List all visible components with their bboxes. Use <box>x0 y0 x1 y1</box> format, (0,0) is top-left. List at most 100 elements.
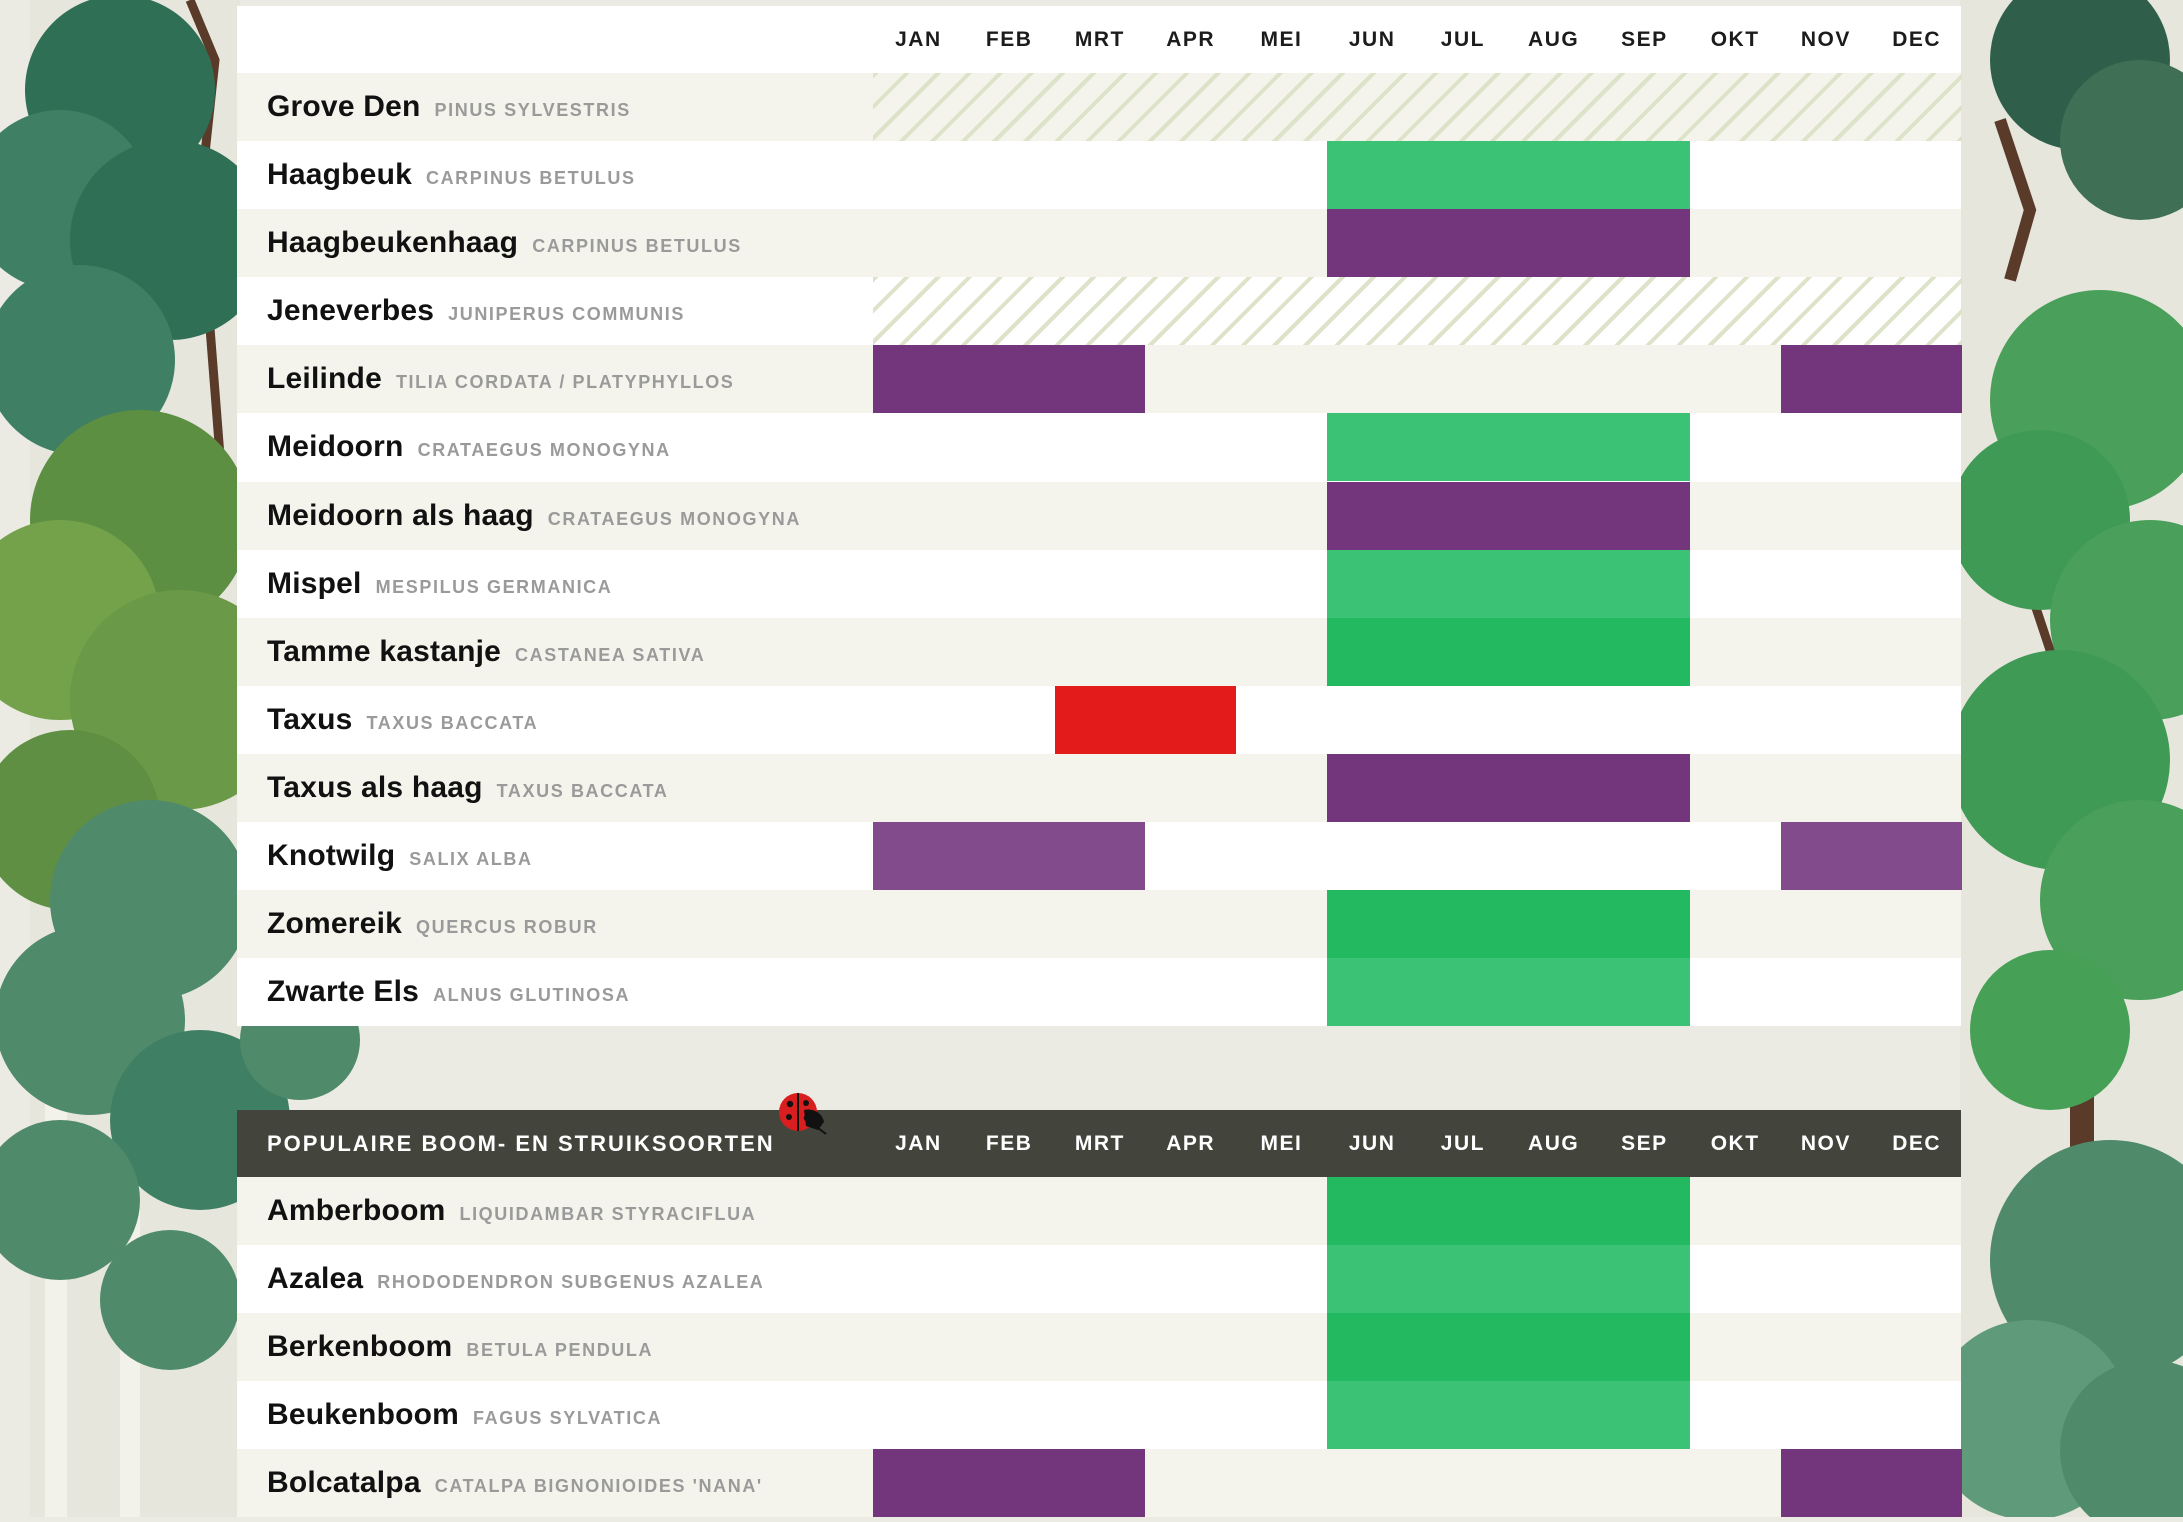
common-name: Meidoorn <box>267 430 404 464</box>
no-pruning-hatch <box>873 73 1962 141</box>
month-label-mrt: MRT <box>1074 28 1125 51</box>
ladybug-icon <box>779 1093 827 1135</box>
common-name: Mispel <box>267 566 362 600</box>
latin-name: SALIX ALBA <box>409 849 533 870</box>
latin-name: ALNUS GLUTINOSA <box>433 985 631 1006</box>
common-name: Taxus <box>267 702 353 736</box>
period-bar-green <box>1326 141 1690 210</box>
latin-name: CARPINUS BETULUS <box>532 236 742 257</box>
period-bar-purple <box>1326 481 1690 550</box>
tree-name-label: Zomereik QUERCUS ROBUR <box>267 890 598 958</box>
table-row: Bolcatalpa CATALPA BIGNONIOIDES 'NANA' <box>237 1449 1962 1518</box>
month-label-okt: OKT <box>1710 28 1760 51</box>
month-label-nov: NOV <box>1800 1132 1851 1155</box>
tree-name-label: Tamme kastanje CASTANEA SATIVA <box>267 618 705 686</box>
table-row: Leilinde TILIA CORDATA / PLATYPHYLLOS <box>237 345 1962 414</box>
table-row: Taxus als haag TAXUS BACCATA <box>237 753 1961 823</box>
tree-name-label: Haagbeukenhaag CARPINUS BETULUS <box>267 209 742 277</box>
month-label-jun: JUN <box>1348 1132 1396 1155</box>
latin-name: CARPINUS BETULUS <box>425 168 636 189</box>
period-bar-red <box>1054 685 1236 754</box>
month-label-apr: APR <box>1166 28 1216 51</box>
latin-name: PINUS SYLVESTRIS <box>434 100 631 120</box>
tree-name-label: Leilinde TILIA CORDATA / PLATYPHYLLOS <box>267 345 734 413</box>
common-name: Haagbeuk <box>267 158 412 192</box>
table-row: Amberboom LIQUIDAMBAR STYRACIFLUA <box>237 1177 1961 1246</box>
period-bar-green <box>1326 413 1690 482</box>
period-bar-green <box>1326 958 1690 1027</box>
latin-name: LIQUIDAMBAR STYRACIFLUA <box>459 1204 757 1224</box>
month-label-jul: JUL <box>1440 28 1485 51</box>
table-body: Grove Den PINUS SYLVESTRIS Haagbeuk CARPINU… <box>237 73 1962 1027</box>
table-row: Haagbeukenhaag CARPINUS BETULUS <box>237 209 1961 278</box>
month-label-jun: JUN <box>1348 28 1396 51</box>
latin-name: QUERCUS ROBUR <box>416 917 598 938</box>
common-name: Grove Den <box>267 90 421 123</box>
popular-trees-table: POPULAIRE BOOM- EN STRUIKSOORTEN JAN FEB M… <box>237 1110 1962 1518</box>
table-row: Knotwilg SALIX ALBA <box>237 822 1962 891</box>
pruning-calendar-table: JAN FEB MRT APR MEI JUN JUL AUG SEP OKT NOV DEC Gro… <box>237 6 1962 1027</box>
table-row: Berkenboom BETULA PENDULA <box>237 1313 1961 1382</box>
period-bar-green-dark <box>1326 1313 1690 1382</box>
period-bar-purple <box>1326 209 1690 278</box>
common-name: Knotwilg <box>267 839 396 873</box>
tree-name-label: Berkenboom BETULA PENDULA <box>267 1313 653 1381</box>
month-label-sep: SEP <box>1621 28 1668 51</box>
right-trees <box>1930 0 2183 1517</box>
tree-name-label: Taxus TAXUS BACCATA <box>267 686 538 754</box>
month-label-mei: MEI <box>1260 1132 1303 1155</box>
tree-name-label: Knotwilg SALIX ALBA <box>267 822 533 890</box>
common-name: Jeneverbes <box>267 294 435 328</box>
tree-name-label: Jeneverbes JUNIPERUS COMMUNIS <box>267 277 685 345</box>
month-header-row: JAN FEB MRT APR MEI JUN JUL AUG SEP OKT NOV DEC <box>237 6 1961 73</box>
table-row: Taxus TAXUS BACCATA <box>237 685 1961 754</box>
period-bar-green <box>1326 1245 1690 1314</box>
tree-name-label: Grove Den PINUS SYLVESTRIS <box>267 73 631 141</box>
common-name: Meidoorn als haag <box>267 498 534 532</box>
table-row: Mispel MESPILUS GERMANICA <box>237 549 1961 618</box>
table-row: Azalea RHODODENDRON SUBGENUS AZALEA <box>237 1245 1961 1314</box>
month-label-aug: AUG <box>1528 28 1580 51</box>
latin-name: CRATAEGUS MONOGYNA <box>547 508 801 529</box>
period-bar-purple <box>873 345 1146 414</box>
latin-name: JUNIPERUS COMMUNIS <box>448 304 685 325</box>
common-name: Amberboom <box>267 1194 446 1227</box>
month-label-mrt: MRT <box>1074 1132 1125 1155</box>
period-bar-green-dark <box>1326 1177 1690 1245</box>
common-name: Bolcatalpa <box>267 1466 421 1500</box>
period-bar-purple <box>1780 1449 1962 1518</box>
common-name: Tamme kastanje <box>267 634 502 668</box>
common-name: Zwarte Els <box>267 975 420 1009</box>
month-label-feb: FEB <box>985 28 1033 51</box>
latin-name: MESPILUS GERMANICA <box>375 576 613 597</box>
month-label-jul: JUL <box>1440 1132 1485 1155</box>
common-name: Berkenboom <box>267 1330 453 1364</box>
table-row: Tamme kastanje CASTANEA SATIVA <box>237 617 1961 686</box>
latin-name: CATALPA BIGNONIOIDES 'NANA' <box>434 1476 763 1497</box>
table-row: Zwarte Els ALNUS GLUTINOSA <box>237 958 1961 1027</box>
tree-name-label: Mispel MESPILUS GERMANICA <box>267 550 612 618</box>
period-bar-green-dark <box>1326 617 1690 686</box>
month-label-okt: OKT <box>1710 1132 1760 1155</box>
table-row: Jeneverbes JUNIPERUS COMMUNIS <box>237 277 1962 346</box>
latin-name: BETULA PENDULA <box>466 1340 654 1361</box>
latin-name: TILIA CORDATA / PLATYPHYLLOS <box>395 372 735 393</box>
month-label-jan: JAN <box>895 1132 942 1155</box>
table-row: Zomereik QUERCUS ROBUR <box>237 890 1961 959</box>
latin-name: TAXUS BACCATA <box>366 712 539 733</box>
period-bar-green <box>1326 549 1690 618</box>
latin-name: FAGUS SYLVATICA <box>473 1408 663 1429</box>
latin-name: TAXUS BACCATA <box>496 780 669 801</box>
common-name: Haagbeukenhaag <box>267 226 519 260</box>
period-bar-purple-light <box>1780 822 1962 891</box>
latin-name: CASTANEA SATIVA <box>515 644 706 665</box>
table-row: Meidoorn als haag CRATAEGUS MONOGYNA <box>237 481 1961 550</box>
month-label-mei: MEI <box>1260 28 1303 51</box>
period-bar-green-dark <box>1326 890 1690 959</box>
tree-name-label: Taxus als haag TAXUS BACCATA <box>267 754 668 822</box>
tree-name-label: Amberboom LIQUIDAMBAR STYRACIFLUA <box>267 1177 756 1245</box>
popular-trees-header-row: POPULAIRE BOOM- EN STRUIKSOORTEN JAN FEB M… <box>237 1110 1961 1177</box>
tree-name-label: Meidoorn als haag CRATAEGUS MONOGYNA <box>267 482 801 550</box>
month-label-feb: FEB <box>985 1132 1033 1155</box>
month-label-jan: JAN <box>895 28 942 51</box>
